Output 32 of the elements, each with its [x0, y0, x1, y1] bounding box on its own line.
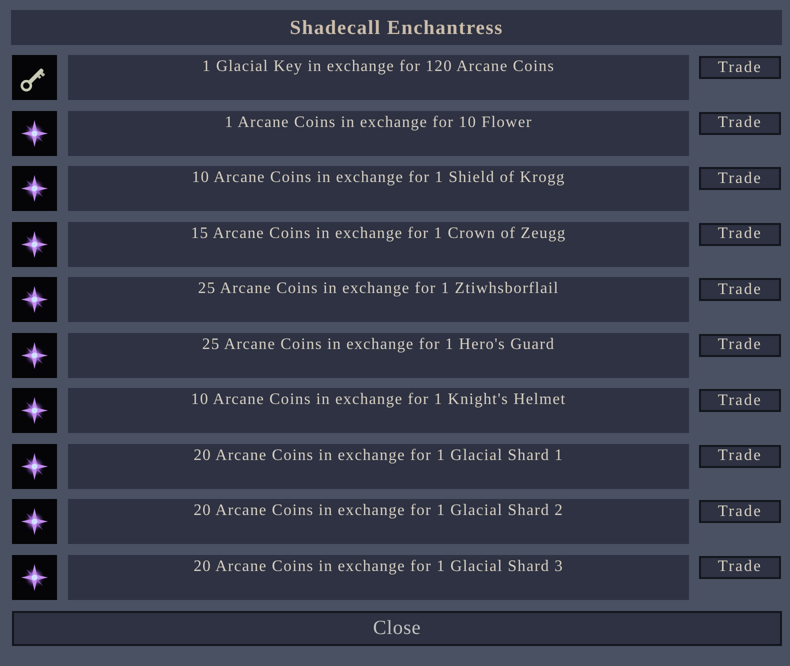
offer-text: 25 Arcane Coins in exchange for 1 Ztiwhsborflail: [198, 279, 559, 300]
sparkle-icon: [12, 332, 57, 378]
offer-text: 15 Arcane Coins in exchange for 1 Crown of Zeugg: [190, 224, 566, 244]
sparkle-icon: [12, 277, 57, 322]
sparkle-icon: [12, 222, 57, 267]
trade-button[interactable]: Trade: [699, 167, 781, 190]
offer-text: 20 Arcane Coins in exchange for 1 Glacial Shard 3: [194, 556, 564, 577]
offer-text: 25 Arcane Coins in exchange for 1 Hero's Guard: [202, 334, 555, 355]
offer-text: 10 Arcane Coins in exchange for 1 Shield of Krogg: [192, 168, 566, 188]
trade-button[interactable]: Trade: [699, 112, 781, 135]
key-icon: [12, 55, 57, 100]
window-title: Shadecall Enchantress: [290, 18, 504, 38]
trade-button[interactable]: Trade: [699, 556, 781, 579]
sparkle-icon: [12, 499, 57, 544]
sparkle-icon: [12, 554, 57, 600]
offer-text: 1 Arcane Coins in exchange for 10 Flower: [224, 112, 532, 133]
offer-text: 20 Arcane Coins in exchange for 1 Glacial Shard 1: [194, 446, 564, 466]
trade-button[interactable]: Trade: [699, 334, 781, 357]
trade-button[interactable]: Trade: [699, 444, 781, 468]
sparkle-icon: [12, 388, 57, 434]
sparkle-icon: [12, 166, 57, 212]
trade-button[interactable]: Trade: [699, 222, 781, 246]
trade-button[interactable]: Trade: [699, 389, 781, 412]
sparkle-icon: [12, 110, 57, 156]
trade-button[interactable]: Trade: [699, 278, 781, 302]
sparkle-icon: [12, 444, 57, 489]
trade-button[interactable]: Trade: [699, 500, 781, 524]
close-button[interactable]: Close: [12, 610, 782, 646]
offer-text: 1 Glacial Key in exchange for 120 Arcane Coins: [202, 57, 555, 77]
trade-button[interactable]: Trade: [699, 56, 781, 79]
offer-text: 10 Arcane Coins in exchange for 1 Knight's Helmet: [191, 390, 566, 410]
offer-text: 20 Arcane Coins in exchange for 1 Glacial Shard 2: [194, 501, 564, 522]
